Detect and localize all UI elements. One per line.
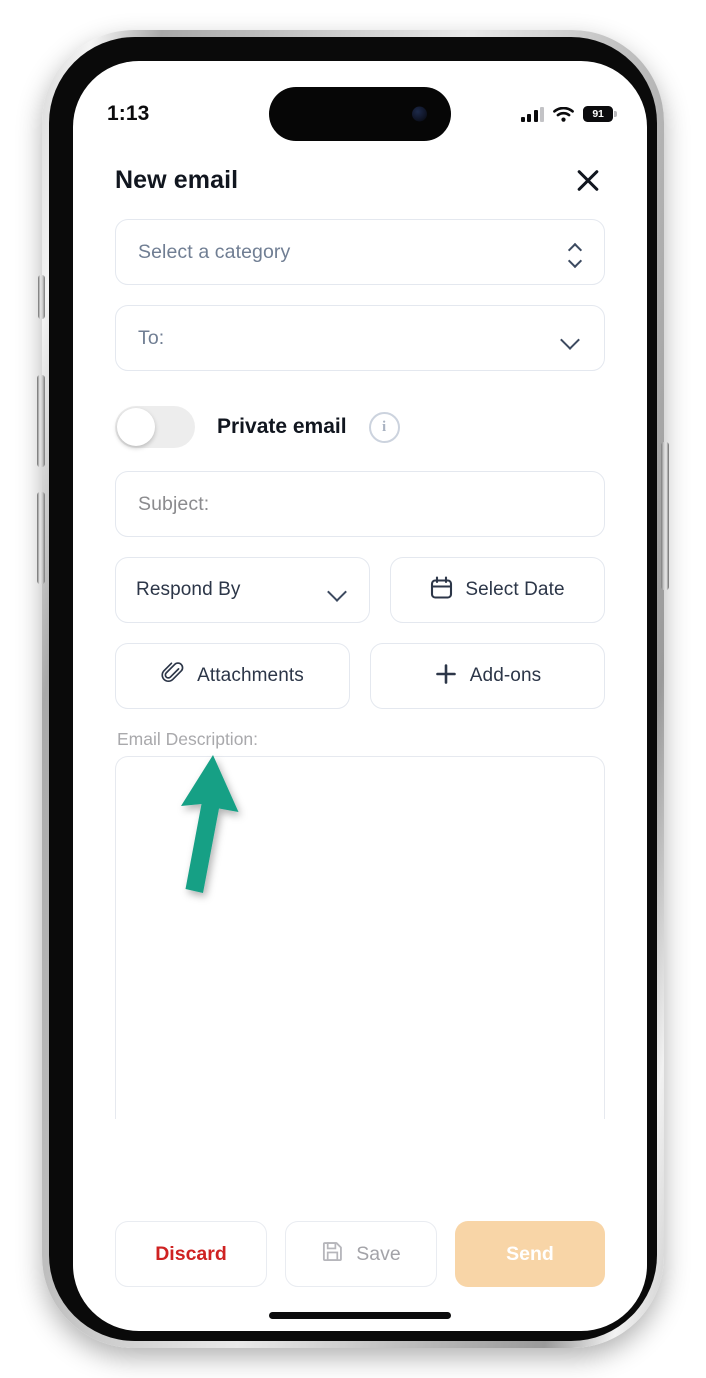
wifi-icon (553, 106, 574, 122)
chevron-updown-icon (569, 242, 582, 263)
attachments-label: Attachments (197, 665, 304, 686)
attachments-addons-row: Attachments Add-ons (115, 643, 605, 709)
paperclip-icon (161, 661, 185, 691)
mute-switch-button[interactable] (38, 275, 45, 319)
action-bar: Discard Save Send (115, 1221, 605, 1287)
phone-screen: 1:13 91 New email Select a category To: … (73, 61, 647, 1331)
email-description-label: Email Description: (117, 729, 259, 749)
plus-icon (434, 662, 458, 691)
page-title: New email (115, 165, 239, 194)
save-button[interactable]: Save (285, 1221, 437, 1287)
status-bar-indicators: 91 (520, 106, 613, 122)
respond-by-label: Respond By (136, 579, 241, 600)
home-indicator (269, 1312, 451, 1319)
send-label: Send (506, 1242, 554, 1265)
discard-button[interactable]: Discard (115, 1221, 267, 1287)
dynamic-island (269, 87, 451, 141)
attachments-button[interactable]: Attachments (115, 643, 350, 709)
status-bar-time: 1:13 (107, 102, 150, 125)
private-email-label: Private email (217, 415, 347, 438)
volume-up-button[interactable] (37, 375, 45, 467)
battery-level-text: 91 (592, 107, 604, 120)
to-field[interactable]: To: (115, 305, 605, 371)
select-date-label: Select Date (465, 579, 565, 600)
category-select[interactable]: Select a category (115, 219, 605, 285)
calendar-icon (430, 576, 453, 605)
screenshot-stage: 1:13 91 New email Select a category To: … (0, 0, 706, 1378)
respond-date-row: Respond By Select Date (115, 557, 605, 623)
save-label: Save (356, 1242, 401, 1265)
close-icon[interactable] (571, 163, 605, 197)
phone-device: 1:13 91 New email Select a category To: … (37, 30, 669, 1348)
chevron-down-icon (329, 584, 349, 596)
respond-by-dropdown[interactable]: Respond By (115, 557, 370, 623)
battery-icon: 91 (583, 106, 613, 122)
addons-label: Add-ons (469, 665, 542, 686)
new-email-screen: New email Select a category To: Private … (73, 141, 647, 1331)
send-button[interactable]: Send (455, 1221, 605, 1287)
toggle-knob (117, 408, 155, 446)
volume-down-button[interactable] (37, 492, 45, 584)
front-camera-icon (412, 106, 427, 122)
subject-input[interactable]: Subject: (115, 471, 605, 537)
phone-bezel: 1:13 91 New email Select a category To: … (49, 37, 657, 1341)
private-email-row: Private email i (115, 391, 605, 463)
subject-input-placeholder: Subject: (138, 492, 210, 515)
cellular-signal-icon (520, 106, 544, 122)
private-email-toggle[interactable] (115, 406, 195, 448)
power-button[interactable] (661, 442, 669, 590)
category-select-label: Select a category (138, 240, 291, 263)
select-date-button[interactable]: Select Date (390, 557, 605, 623)
to-field-label: To: (138, 326, 165, 349)
email-description-textarea[interactable] (115, 756, 605, 1119)
floppy-disk-icon (321, 1240, 344, 1268)
chevron-down-icon (562, 332, 582, 344)
addons-button[interactable]: Add-ons (370, 643, 605, 709)
discard-label: Discard (155, 1242, 227, 1265)
screen-header: New email (115, 141, 605, 219)
info-circle-icon[interactable]: i (368, 411, 400, 443)
